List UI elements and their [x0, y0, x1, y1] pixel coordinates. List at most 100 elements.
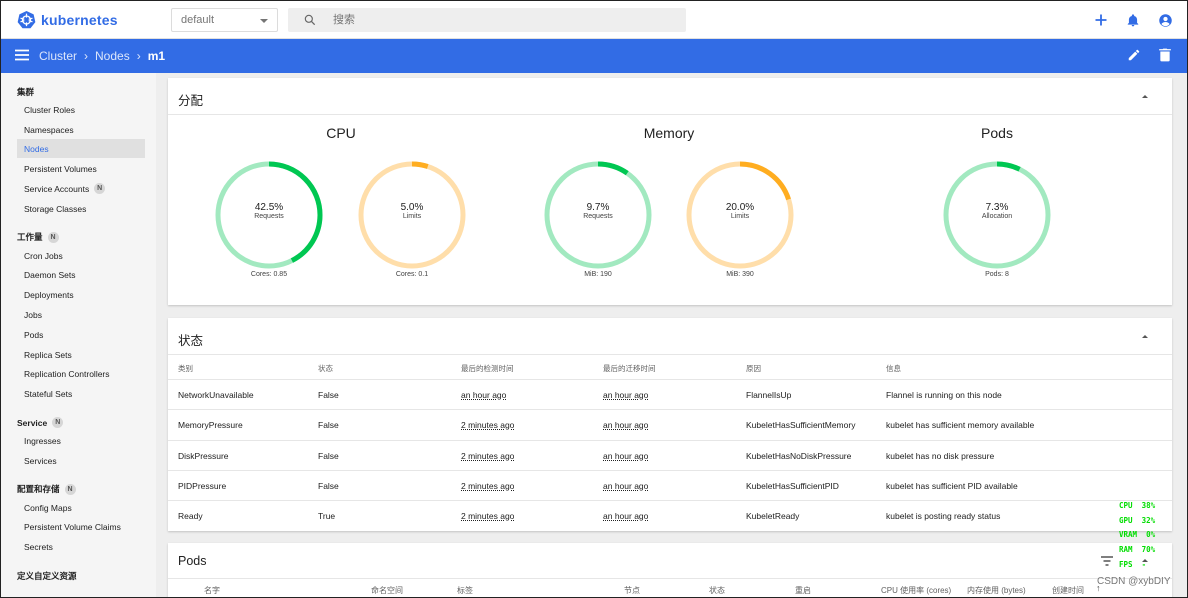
- table-column-header[interactable]: CPU 使用率 (cores): [881, 585, 951, 596]
- table-column-header[interactable]: 名字: [204, 585, 220, 596]
- sidebar-section-label: 集群: [17, 87, 35, 97]
- table-column-header[interactable]: 创建时间: [1052, 585, 1084, 596]
- new-badge: N: [47, 231, 59, 243]
- sidebar-item-label: Cluster Roles: [24, 104, 76, 115]
- delete-icon[interactable]: [1159, 48, 1171, 67]
- chevron-right-icon: ›: [136, 49, 141, 63]
- sidebar-item-namespaces[interactable]: Namespaces: [17, 120, 145, 139]
- divider: [168, 578, 1172, 579]
- search-bar[interactable]: [288, 8, 686, 32]
- sidebar-item-label: Cron Jobs: [24, 250, 63, 261]
- sidebar-item-stateful-sets[interactable]: Stateful Sets: [17, 384, 145, 403]
- sidebar-item-config-maps[interactable]: Config Maps: [17, 498, 145, 517]
- gauge-footer: Cores: 0.85: [250, 271, 288, 278]
- namespace-value: default: [181, 14, 215, 26]
- breadcrumb-nodes[interactable]: Nodes: [95, 49, 130, 63]
- sidebar-item-ingresses[interactable]: Ingresses: [17, 431, 145, 450]
- sidebar: 集群 Cluster Roles Namespaces Nodes Persistent…: [1, 73, 156, 597]
- allocation-group-title: Pods: [981, 125, 1013, 141]
- table-column-header[interactable]: 节点: [624, 585, 640, 596]
- table-column-header: 原因: [746, 364, 761, 373]
- table-column-header[interactable]: 标签: [457, 585, 473, 596]
- relative-time: an hour ago: [603, 511, 649, 522]
- edit-icon[interactable]: [1127, 48, 1141, 67]
- sidebar-item-label: Storage Classes: [24, 203, 87, 214]
- gauge-label: Limits: [402, 213, 422, 220]
- sidebar-item-persistent-volumes[interactable]: Persistent Volumes: [17, 159, 145, 178]
- table-cell: False: [318, 420, 339, 431]
- sidebar-item-cron-jobs[interactable]: Cron Jobs: [17, 246, 145, 265]
- table-column-header: 最后的迁移时间: [603, 364, 656, 373]
- sidebar-section-title: 工作量 N: [17, 231, 59, 243]
- breadcrumb: Cluster › Nodes › m1: [39, 49, 165, 63]
- overlay-metric: FPS -: [1119, 559, 1147, 569]
- app-logo[interactable]: kubernetes: [17, 10, 118, 29]
- breadcrumb-bar: Cluster › Nodes › m1: [1, 39, 1187, 73]
- table-cell: Ready: [178, 511, 203, 522]
- search-input[interactable]: [333, 11, 633, 29]
- breadcrumb-current: m1: [147, 49, 166, 63]
- namespace-select[interactable]: default: [171, 8, 278, 32]
- table-cell: True: [318, 511, 336, 522]
- sidebar-item-service-accounts[interactable]: Service Accounts N: [17, 179, 145, 198]
- table-cell: MemoryPressure: [178, 420, 243, 431]
- table-cell: kubelet has sufficient PID available: [886, 480, 1018, 491]
- relative-time: an hour ago: [461, 390, 507, 400]
- sidebar-item-nodes[interactable]: Nodes: [17, 139, 145, 158]
- table-column-header: 最后的检测时间: [461, 364, 514, 373]
- sidebar-item-services[interactable]: Services: [17, 451, 145, 470]
- table-cell: False: [318, 480, 339, 491]
- table-column-header[interactable]: 重启: [795, 585, 811, 596]
- new-badge: N: [64, 483, 76, 495]
- account-icon[interactable]: [1155, 10, 1175, 30]
- table-cell: NetworkUnavailable: [178, 390, 254, 400]
- sidebar-item-secrets[interactable]: Secrets: [17, 537, 145, 556]
- breadcrumb-cluster[interactable]: Cluster: [39, 49, 77, 63]
- table-row: Ready True 2 minutes ago an hour ago Kubelet…: [168, 500, 1172, 530]
- sidebar-item-label: Namespaces: [24, 124, 74, 135]
- collapse-icon[interactable]: [1142, 335, 1148, 338]
- table-cell: False: [318, 390, 339, 400]
- collapse-icon[interactable]: [1142, 95, 1148, 98]
- pods-card: Pods 名字 命名空间 标签 节点 状态 重启 CPU 使用率 (cores) 内存使用 (…: [168, 543, 1172, 598]
- sidebar-item-storage-classes[interactable]: Storage Classes: [17, 199, 145, 218]
- divider: [168, 114, 1172, 115]
- gauge-footer: Pods: 8: [985, 271, 1009, 278]
- sidebar-item-replication-controllers[interactable]: Replication Controllers: [17, 364, 145, 383]
- sidebar-item-label: Jobs: [24, 309, 42, 320]
- sidebar-section-title: 集群: [17, 86, 34, 98]
- gauge-label: Limits: [730, 213, 750, 220]
- new-badge: N: [94, 183, 106, 194]
- sidebar-item-cluster-roles[interactable]: Cluster Roles: [17, 100, 145, 119]
- sidebar-section-label: 配置和存储: [17, 484, 60, 494]
- sidebar-item-label: Replication Controllers: [24, 368, 110, 379]
- sidebar-item-label: Pods: [24, 329, 44, 340]
- sidebar-item-jobs[interactable]: Jobs: [17, 305, 145, 324]
- table-column-header: 类别: [178, 364, 193, 373]
- relative-time: 2 minutes ago: [461, 480, 515, 491]
- sidebar-item-pods[interactable]: Pods: [17, 325, 145, 344]
- performance-overlay: CPU 38% GPU 32% VRAM 0% RAM 70% FPS -: [1119, 499, 1155, 573]
- donut-gauge: 5.0% Limits Cores: 0.1: [354, 157, 470, 287]
- sidebar-section-label: Service: [17, 417, 48, 428]
- table-column-header[interactable]: 内存使用 (bytes): [967, 585, 1026, 596]
- table-column-header[interactable]: 状态: [709, 585, 725, 596]
- donut-gauge: 20.0% Limits MiB: 390: [682, 157, 798, 287]
- table-column-header[interactable]: 命名空间: [371, 585, 403, 596]
- sidebar-item-replica-sets[interactable]: Replica Sets: [17, 345, 145, 364]
- sidebar-item-deployments[interactable]: Deployments: [17, 285, 145, 304]
- bell-icon[interactable]: [1123, 10, 1143, 30]
- table-cell: KubeletHasNoDiskPressure: [746, 450, 852, 461]
- overlay-metric: RAM 70%: [1119, 545, 1156, 555]
- menu-icon[interactable]: [15, 49, 29, 61]
- allocation-group-title: Memory: [643, 125, 695, 141]
- sidebar-item-daemon-sets[interactable]: Daemon Sets: [17, 265, 145, 284]
- sidebar-item-persistent-volume-claims[interactable]: Persistent Volume Claims: [17, 517, 145, 536]
- add-icon[interactable]: [1091, 10, 1111, 30]
- table-cell: PIDPressure: [178, 480, 227, 491]
- donut-gauge: 7.3% Allocation Pods: 8: [939, 157, 1055, 287]
- sidebar-item-label: Replica Sets: [24, 349, 72, 360]
- filter-icon[interactable]: [1101, 556, 1113, 566]
- gauge-percent: 20.0%: [725, 202, 755, 213]
- new-badge: N: [52, 417, 64, 428]
